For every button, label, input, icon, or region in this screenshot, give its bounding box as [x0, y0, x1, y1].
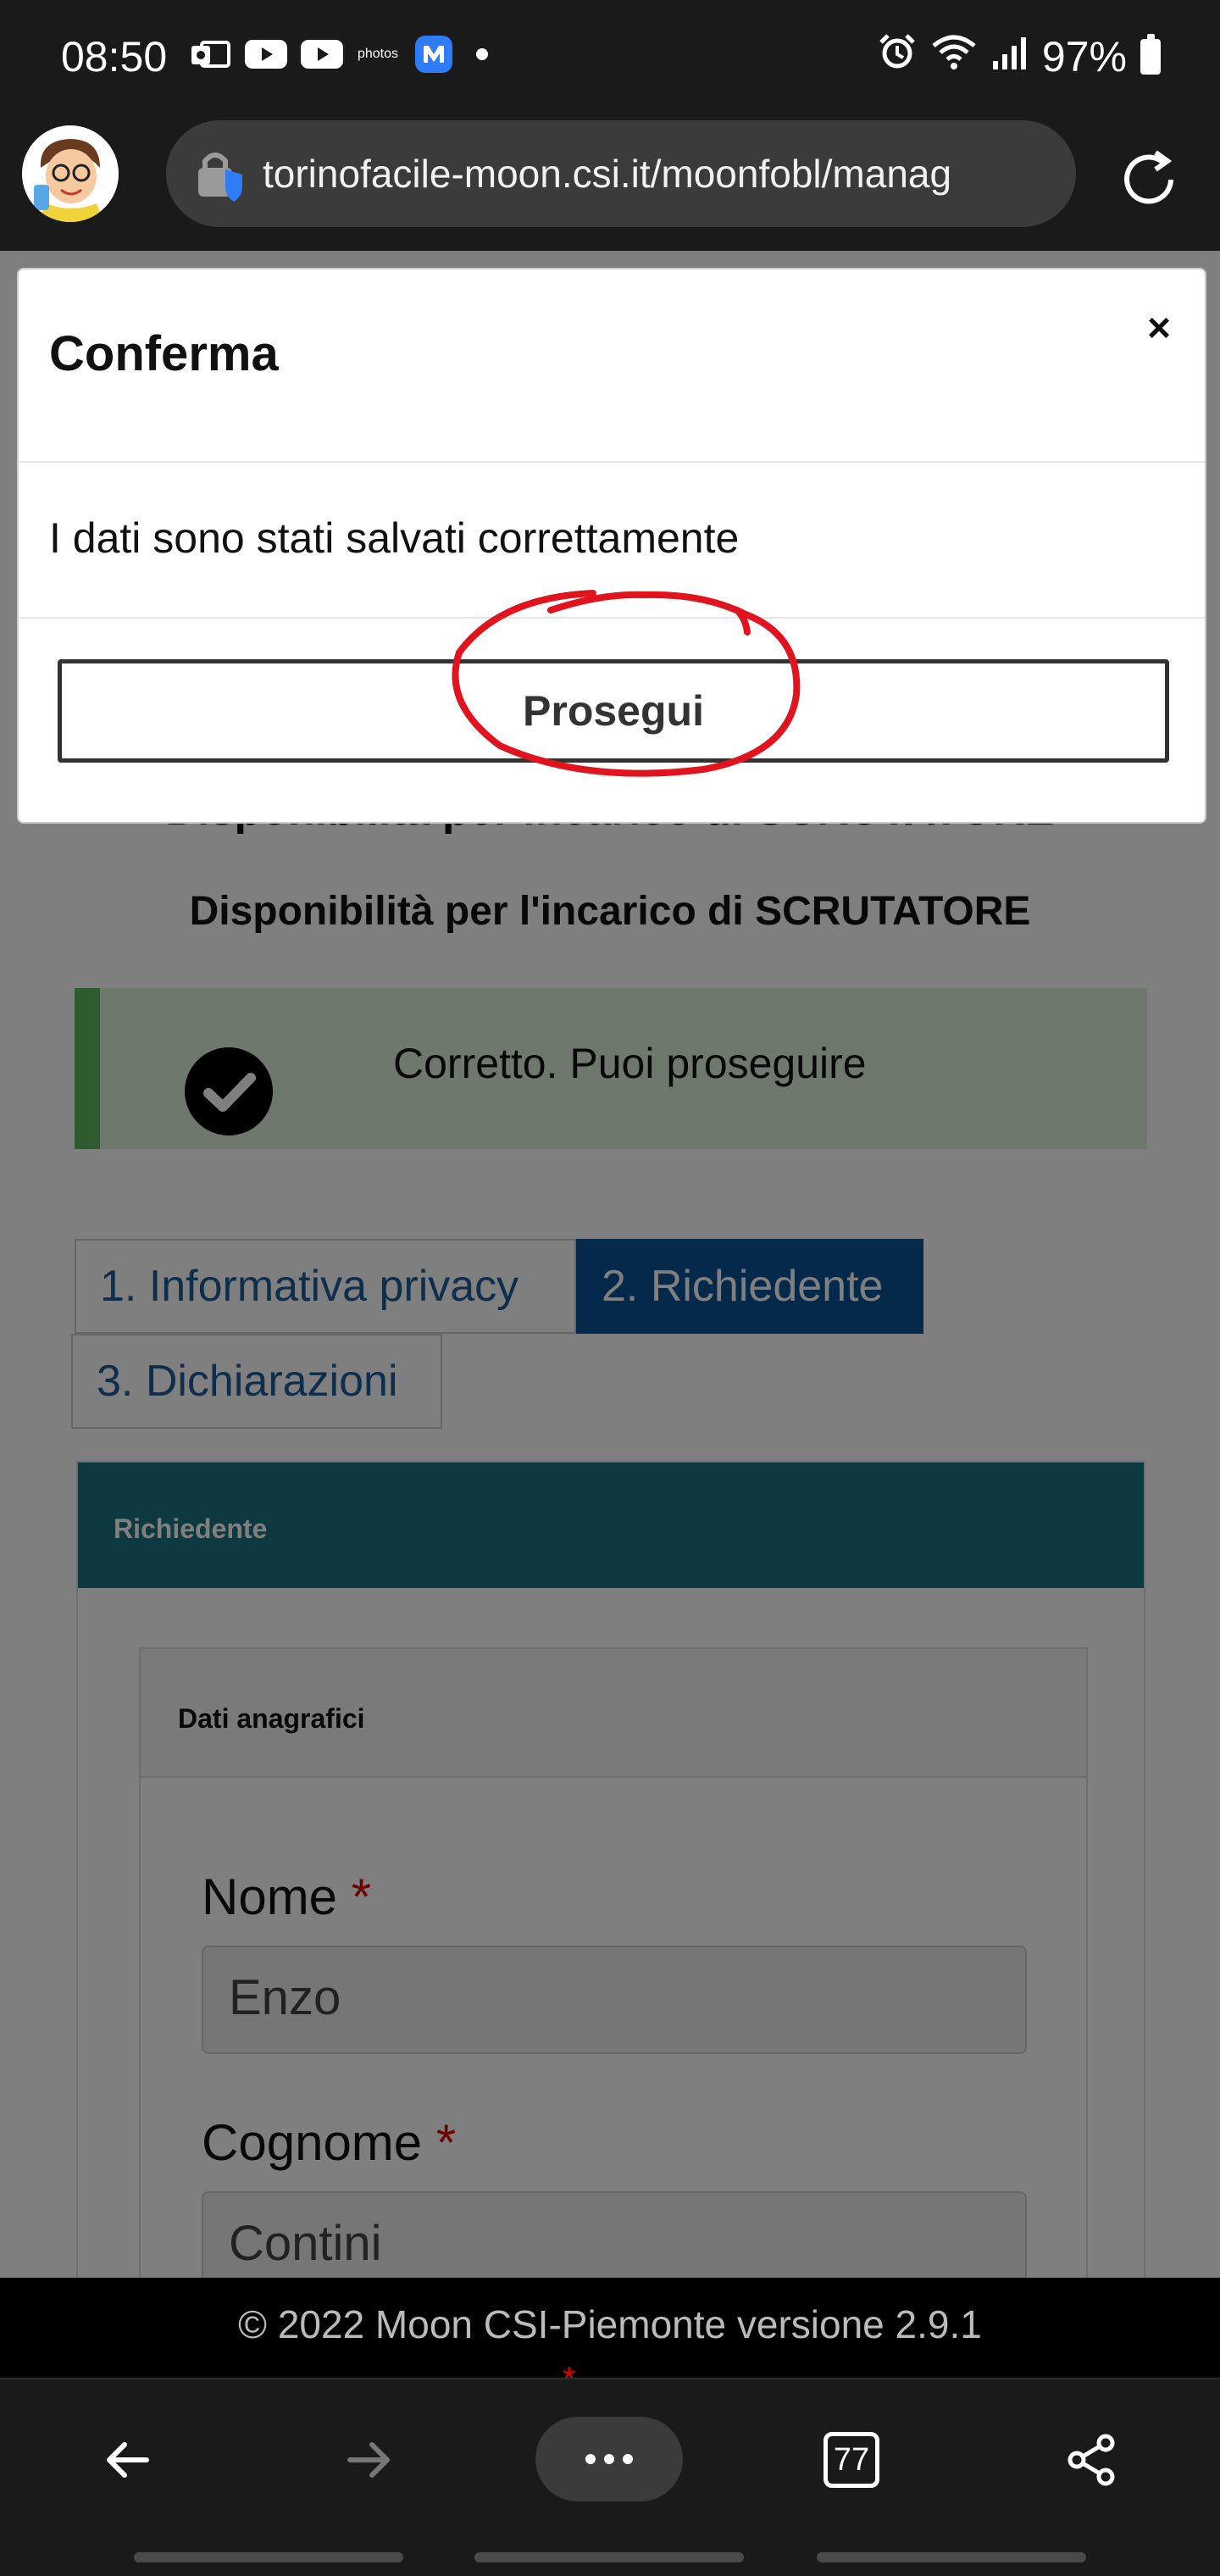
- status-bar: 08:50 photos 97%: [0, 0, 1220, 114]
- youtube-icon: [300, 37, 344, 71]
- avatar[interactable]: [22, 125, 119, 222]
- gesture-handle: [134, 2552, 403, 2562]
- gesture-handle: [817, 2552, 1086, 2562]
- red-circle-annotation: [452, 590, 801, 777]
- tab-count[interactable]: 77: [824, 2432, 879, 2488]
- close-icon[interactable]: ×: [1134, 303, 1184, 354]
- lock-shield-icon[interactable]: [191, 144, 251, 203]
- forward-arrow-icon[interactable]: [330, 2422, 407, 2498]
- url-text[interactable]: torinofacile-moon.csi.it/moonfobl/manag: [263, 151, 951, 197]
- outlook-icon: [188, 37, 232, 71]
- tabs-icon[interactable]: 77: [813, 2422, 890, 2498]
- status-time: 08:50: [61, 33, 168, 80]
- share-icon[interactable]: [1054, 2422, 1130, 2498]
- url-bar[interactable]: torinofacile-moon.csi.it/moonfobl/manag: [166, 120, 1076, 227]
- messenger-icon: [412, 36, 456, 73]
- amazon-photos-icon: photos: [357, 47, 399, 61]
- dot-icon: [476, 48, 488, 60]
- battery-icon: [1140, 34, 1161, 75]
- dialog-message: I dati sono stati salvati correttamente: [49, 514, 740, 562]
- battery-percent: 97%: [1041, 33, 1127, 80]
- dialog-title: Conferma: [49, 326, 279, 381]
- browser-nav-bar: 77: [0, 2378, 1220, 2576]
- page-footer: © 2022 Moon CSI-Piemonte versione 2.9.1 …: [0, 2278, 1220, 2398]
- youtube-icon: [244, 37, 288, 71]
- notification-icons: photos: [188, 36, 488, 73]
- gesture-handle: [474, 2552, 744, 2562]
- system-status: 97%: [878, 32, 1161, 81]
- back-arrow-icon[interactable]: [90, 2422, 166, 2498]
- more-icon[interactable]: [535, 2417, 683, 2501]
- wifi-icon: [930, 32, 978, 81]
- browser-toolbar: torinofacile-moon.csi.it/moonfobl/manag: [0, 114, 1220, 251]
- alarm-icon: [878, 32, 917, 81]
- reload-icon[interactable]: [1115, 146, 1183, 214]
- dialog-header: Conferma ×: [19, 269, 1205, 463]
- footer-text: © 2022 Moon CSI-Piemonte versione 2.9.1: [238, 2302, 982, 2346]
- signal-icon: [991, 32, 1029, 81]
